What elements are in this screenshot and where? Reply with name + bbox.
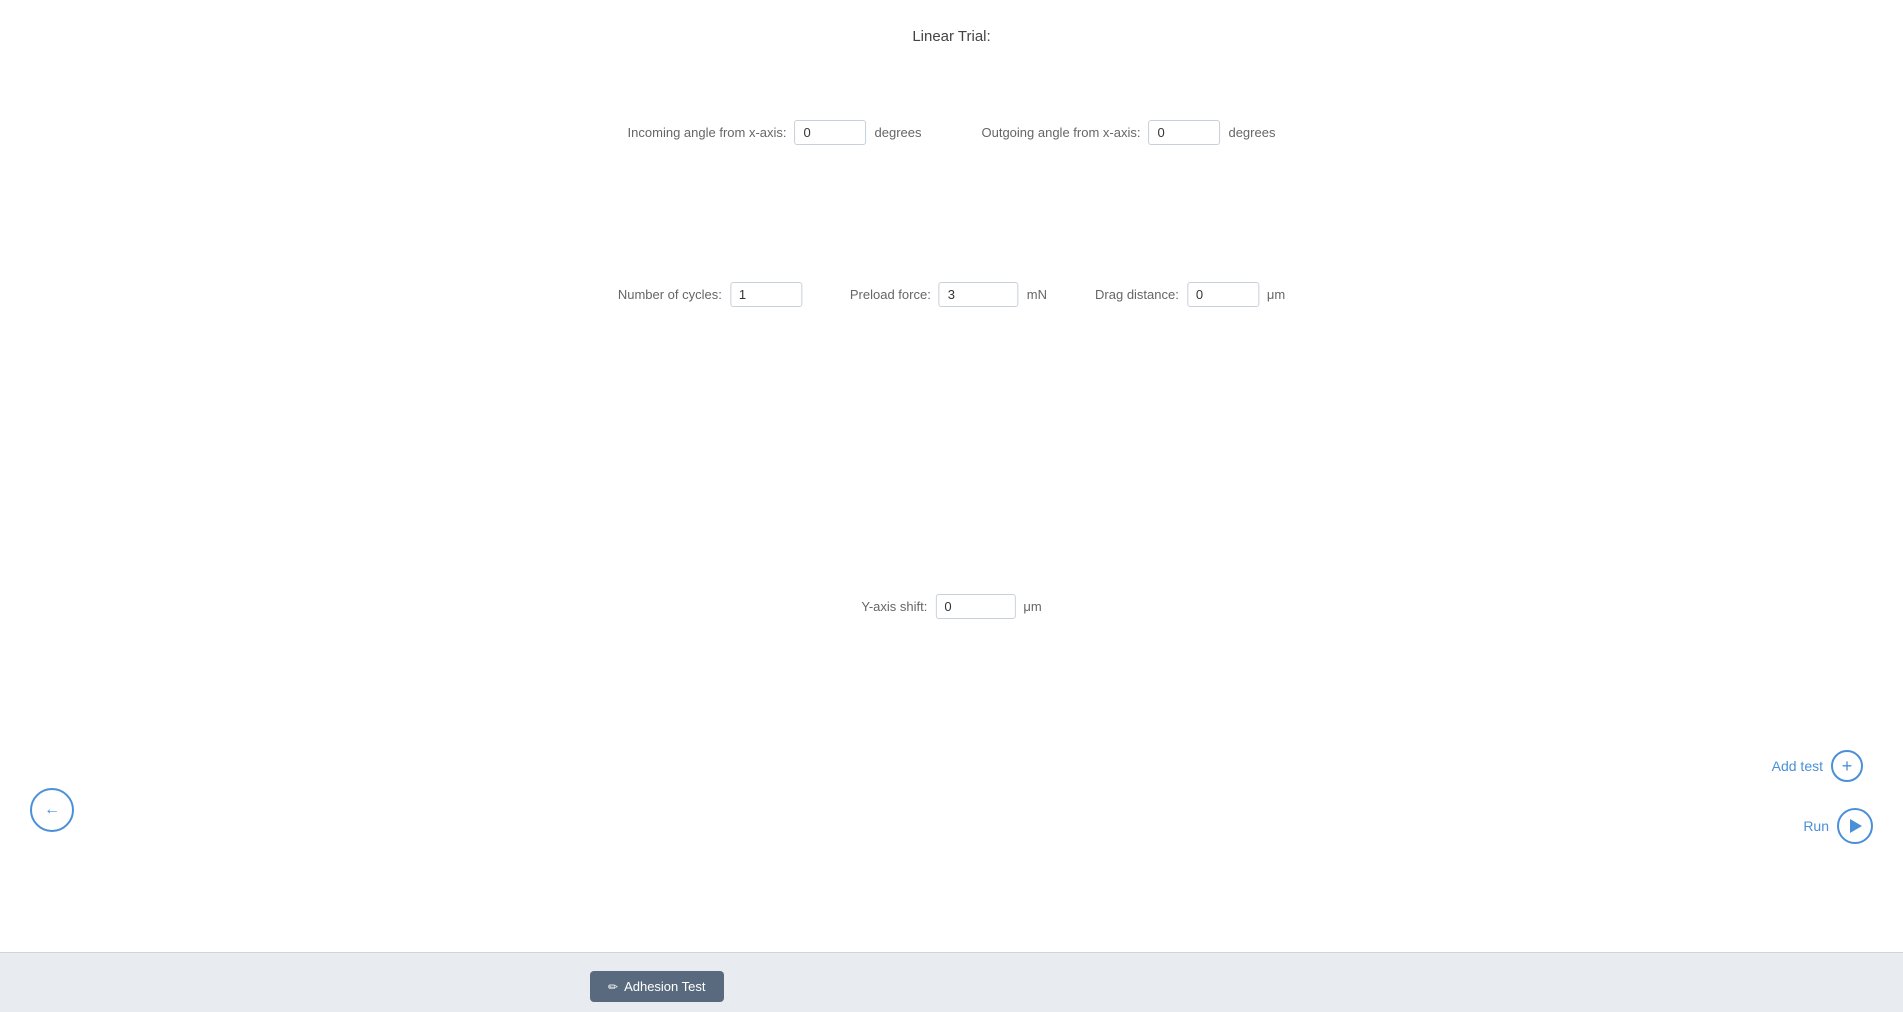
preload-force-group: Preload force: mN	[850, 282, 1047, 307]
num-cycles-input[interactable]	[730, 282, 802, 307]
yaxis-shift-input[interactable]	[935, 594, 1015, 619]
yaxis-shift-label: Y-axis shift:	[861, 599, 927, 614]
add-test-button[interactable]: Add test +	[1772, 750, 1863, 782]
yaxis-shift-unit: μm	[1023, 599, 1041, 614]
drag-distance-label: Drag distance:	[1095, 287, 1179, 302]
run-button[interactable]: Run	[1803, 808, 1873, 844]
preload-force-unit: mN	[1027, 287, 1047, 302]
yaxis-shift-group: Y-axis shift: μm	[861, 594, 1041, 619]
incoming-angle-group: Incoming angle from x-axis: degrees	[628, 120, 922, 145]
run-label: Run	[1803, 818, 1829, 834]
drag-distance-input[interactable]	[1187, 282, 1259, 307]
preload-force-label: Preload force:	[850, 287, 931, 302]
add-test-icon: +	[1831, 750, 1863, 782]
back-button[interactable]: ←	[30, 788, 74, 832]
num-cycles-group: Number of cycles:	[618, 282, 802, 307]
preload-force-input[interactable]	[939, 282, 1019, 307]
outgoing-angle-input[interactable]	[1148, 120, 1220, 145]
cycles-section: Number of cycles: Preload force: mN Drag…	[618, 282, 1285, 307]
outgoing-angle-label: Outgoing angle from x-axis:	[981, 125, 1140, 140]
bottom-tab-bar: ✏ Adhesion Test	[0, 952, 1903, 1012]
drag-distance-unit: μm	[1267, 287, 1285, 302]
outgoing-angle-group: Outgoing angle from x-axis: degrees	[981, 120, 1275, 145]
incoming-angle-input[interactable]	[795, 120, 867, 145]
num-cycles-label: Number of cycles:	[618, 287, 722, 302]
add-test-label: Add test	[1772, 758, 1823, 774]
angles-section: Incoming angle from x-axis: degrees Outg…	[628, 120, 1276, 145]
main-content: Linear Trial: Incoming angle from x-axis…	[0, 0, 1903, 1012]
back-arrow-icon: ←	[44, 801, 60, 819]
run-icon	[1837, 808, 1873, 844]
incoming-angle-label: Incoming angle from x-axis:	[628, 125, 787, 140]
tab-label: Adhesion Test	[624, 979, 705, 994]
pencil-icon: ✏	[608, 980, 618, 994]
play-triangle-icon	[1850, 819, 1862, 833]
outgoing-angle-unit: degrees	[1228, 125, 1275, 140]
adhesion-test-tab[interactable]: ✏ Adhesion Test	[590, 971, 724, 1002]
yaxis-section: Y-axis shift: μm	[861, 594, 1041, 619]
page-title: Linear Trial:	[912, 28, 990, 45]
drag-distance-group: Drag distance: μm	[1095, 282, 1285, 307]
incoming-angle-unit: degrees	[875, 125, 922, 140]
